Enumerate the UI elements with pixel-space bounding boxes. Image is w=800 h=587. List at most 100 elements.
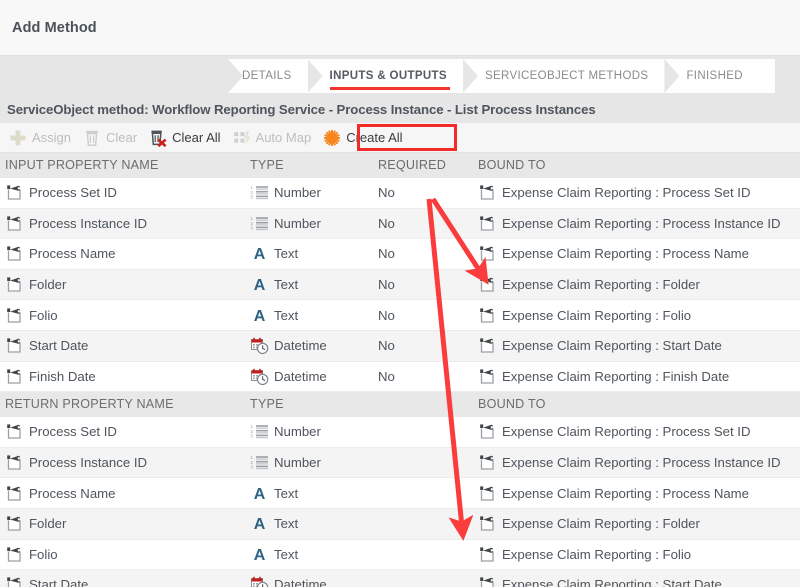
bound-to-cell[interactable]: Expense Claim Reporting : Folder xyxy=(478,509,700,539)
wizard-step-inputs-outputs[interactable]: INPUTS & OUTPUTS xyxy=(308,59,463,93)
column-header-bound-to: BOUND TO xyxy=(478,158,546,172)
table-row[interactable]: Process Set ID123NumberNoExpense Claim R… xyxy=(0,178,800,209)
property-name-cell: Start Date xyxy=(5,570,88,587)
property-type-label: Text xyxy=(274,308,298,323)
wizard-step-finished[interactable]: FINISHED xyxy=(664,59,758,93)
bound-to-label: Expense Claim Reporting : Start Date xyxy=(502,338,722,353)
property-name-cell: Process Set ID xyxy=(5,178,117,208)
wizard-step-label: DETAILS xyxy=(242,70,292,82)
text-icon: A xyxy=(250,484,269,503)
property-name-cell: Process Instance ID xyxy=(5,448,147,478)
property-icon xyxy=(478,244,497,263)
auto-map-icon xyxy=(233,129,251,147)
active-step-underline xyxy=(330,87,450,90)
bound-to-cell[interactable]: Expense Claim Reporting : Folio xyxy=(478,300,691,330)
table-row[interactable]: Process Instance ID 123Number Expense Clai… xyxy=(0,448,800,479)
auto-map-button: Auto Map xyxy=(230,125,321,151)
table-row[interactable]: Folio AText Expense Claim Reporting : Foli… xyxy=(0,540,800,571)
wizard-step-label: INPUTS & OUTPUTS xyxy=(330,70,447,82)
bound-to-cell[interactable]: Expense Claim Reporting : Folder xyxy=(478,270,700,300)
datetime-icon xyxy=(250,575,269,587)
property-type-cell: 123Number xyxy=(250,209,321,239)
property-required-cell: No xyxy=(378,300,395,330)
clear-all-button[interactable]: Clear All xyxy=(146,125,229,151)
svg-text:A: A xyxy=(254,486,266,503)
property-name-label: Process Instance ID xyxy=(29,216,147,231)
property-name-label: Folder xyxy=(29,277,66,292)
bound-to-cell[interactable]: Expense Claim Reporting : Process Set ID xyxy=(478,417,750,447)
wizard-step-label: SERVICEOBJECT METHODS xyxy=(485,70,648,82)
text-icon: A xyxy=(250,244,269,263)
property-required-cell: No xyxy=(378,270,395,300)
property-type-cell: AText xyxy=(250,540,298,570)
table-row[interactable]: Finish DateDatetimeNoExpense Claim Repor… xyxy=(0,362,800,393)
wizard-step-serviceobject-methods[interactable]: SERVICEOBJECT METHODS xyxy=(463,59,664,93)
property-required-label: No xyxy=(378,308,395,323)
add-method-dialog: Add Method DETAILSINPUTS & OUTPUTSSERVIC… xyxy=(0,0,800,587)
property-type-cell: Datetime xyxy=(250,570,327,587)
wizard-step-details[interactable]: DETAILS xyxy=(228,59,308,93)
trash-x-icon xyxy=(149,129,167,147)
bound-to-label: Expense Claim Reporting : Folio xyxy=(502,308,691,323)
plus-icon xyxy=(9,129,27,147)
table-row[interactable]: Start Date Datetime Expense Claim Reportin… xyxy=(0,570,800,587)
bound-to-cell[interactable]: Expense Claim Reporting : Process Name xyxy=(478,478,749,508)
table-row[interactable]: FolderATextExpense Claim Reporting : Fol… xyxy=(0,509,800,540)
bound-to-cell[interactable]: Expense Claim Reporting : Folio xyxy=(478,540,691,570)
bound-to-cell[interactable]: Expense Claim Reporting : Process Set ID xyxy=(478,178,750,208)
property-icon xyxy=(478,422,497,441)
bound-to-cell[interactable]: Expense Claim Reporting : Start Date xyxy=(478,331,722,361)
text-icon: A xyxy=(250,545,269,564)
property-type-label: Number xyxy=(274,216,321,231)
table-row[interactable]: Process NameATextNoExpense Claim Reporti… xyxy=(0,239,800,270)
property-name-cell: Folio xyxy=(5,540,58,570)
bound-to-cell[interactable]: Expense Claim Reporting : Start Date xyxy=(478,570,722,587)
return-table-body: Process Set ID123NumberExpense Claim Rep… xyxy=(0,417,800,587)
trash-icon xyxy=(83,129,101,147)
svg-text:A: A xyxy=(254,516,266,533)
column-header-type: TYPE xyxy=(250,158,284,172)
toolbar-button-label: Assign xyxy=(32,130,71,145)
number-icon: 123 xyxy=(250,453,269,472)
property-type-cell: 123Number xyxy=(250,448,321,478)
clear-button: Clear xyxy=(80,125,146,151)
bound-to-cell[interactable]: Expense Claim Reporting : Process Instan… xyxy=(478,209,781,239)
table-row[interactable]: Start DateDatetimeNoExpense Claim Report… xyxy=(0,331,800,362)
property-name-label: Start Date xyxy=(29,577,88,587)
property-icon xyxy=(478,275,497,294)
property-icon xyxy=(478,306,497,325)
bound-to-cell[interactable]: Expense Claim Reporting : Process Name xyxy=(478,239,749,269)
table-row[interactable]: FolderATextNoExpense Claim Reporting : F… xyxy=(0,270,800,301)
table-row[interactable]: FolioATextNoExpense Claim Reporting : Fo… xyxy=(0,300,800,331)
bound-to-cell[interactable]: Expense Claim Reporting : Finish Date xyxy=(478,362,729,392)
return-table-header: RETURN PROPERTY NAME TYPE BOUND TO xyxy=(0,392,800,417)
property-name-cell: Folder xyxy=(5,509,66,539)
property-name-cell: Process Instance ID xyxy=(5,209,147,239)
property-required-cell: No xyxy=(378,239,395,269)
create-all-button[interactable]: Create All xyxy=(320,125,411,151)
bound-to-label: Expense Claim Reporting : Process Name xyxy=(502,486,749,501)
property-type-label: Text xyxy=(274,277,298,292)
table-row[interactable]: Process Set ID 123Number Expense Claim Rep… xyxy=(0,417,800,448)
property-required-label: No xyxy=(378,277,395,292)
property-type-label: Number xyxy=(274,424,321,439)
serviceobject-method-label: ServiceObject method: Workflow Reporting… xyxy=(7,102,596,117)
property-name-cell: Folder xyxy=(5,270,66,300)
bound-to-cell[interactable]: Expense Claim Reporting : Process Instan… xyxy=(478,448,781,478)
property-name-label: Process Set ID xyxy=(29,424,117,439)
table-row[interactable]: Process Instance ID 123Number No Expense Cl… xyxy=(0,209,800,240)
property-icon xyxy=(5,514,24,533)
svg-text:3: 3 xyxy=(251,195,254,200)
toolbar-button-label: Clear All xyxy=(172,130,220,145)
property-name-label: Process Name xyxy=(29,486,115,501)
property-type-label: Datetime xyxy=(274,369,327,384)
property-type-cell: 123Number xyxy=(250,417,321,447)
property-required-label: No xyxy=(378,216,395,231)
toolbar-button-label: Clear xyxy=(106,130,137,145)
table-row[interactable]: Process Name A Text Expense Claim Reporting… xyxy=(0,478,800,509)
property-icon xyxy=(478,484,497,503)
property-type-label: Text xyxy=(274,486,298,501)
asterisk-icon xyxy=(323,129,341,147)
property-icon xyxy=(5,214,24,233)
mapping-toolbar: Assign Clear Clear All Auto MapCreate All xyxy=(0,123,800,153)
